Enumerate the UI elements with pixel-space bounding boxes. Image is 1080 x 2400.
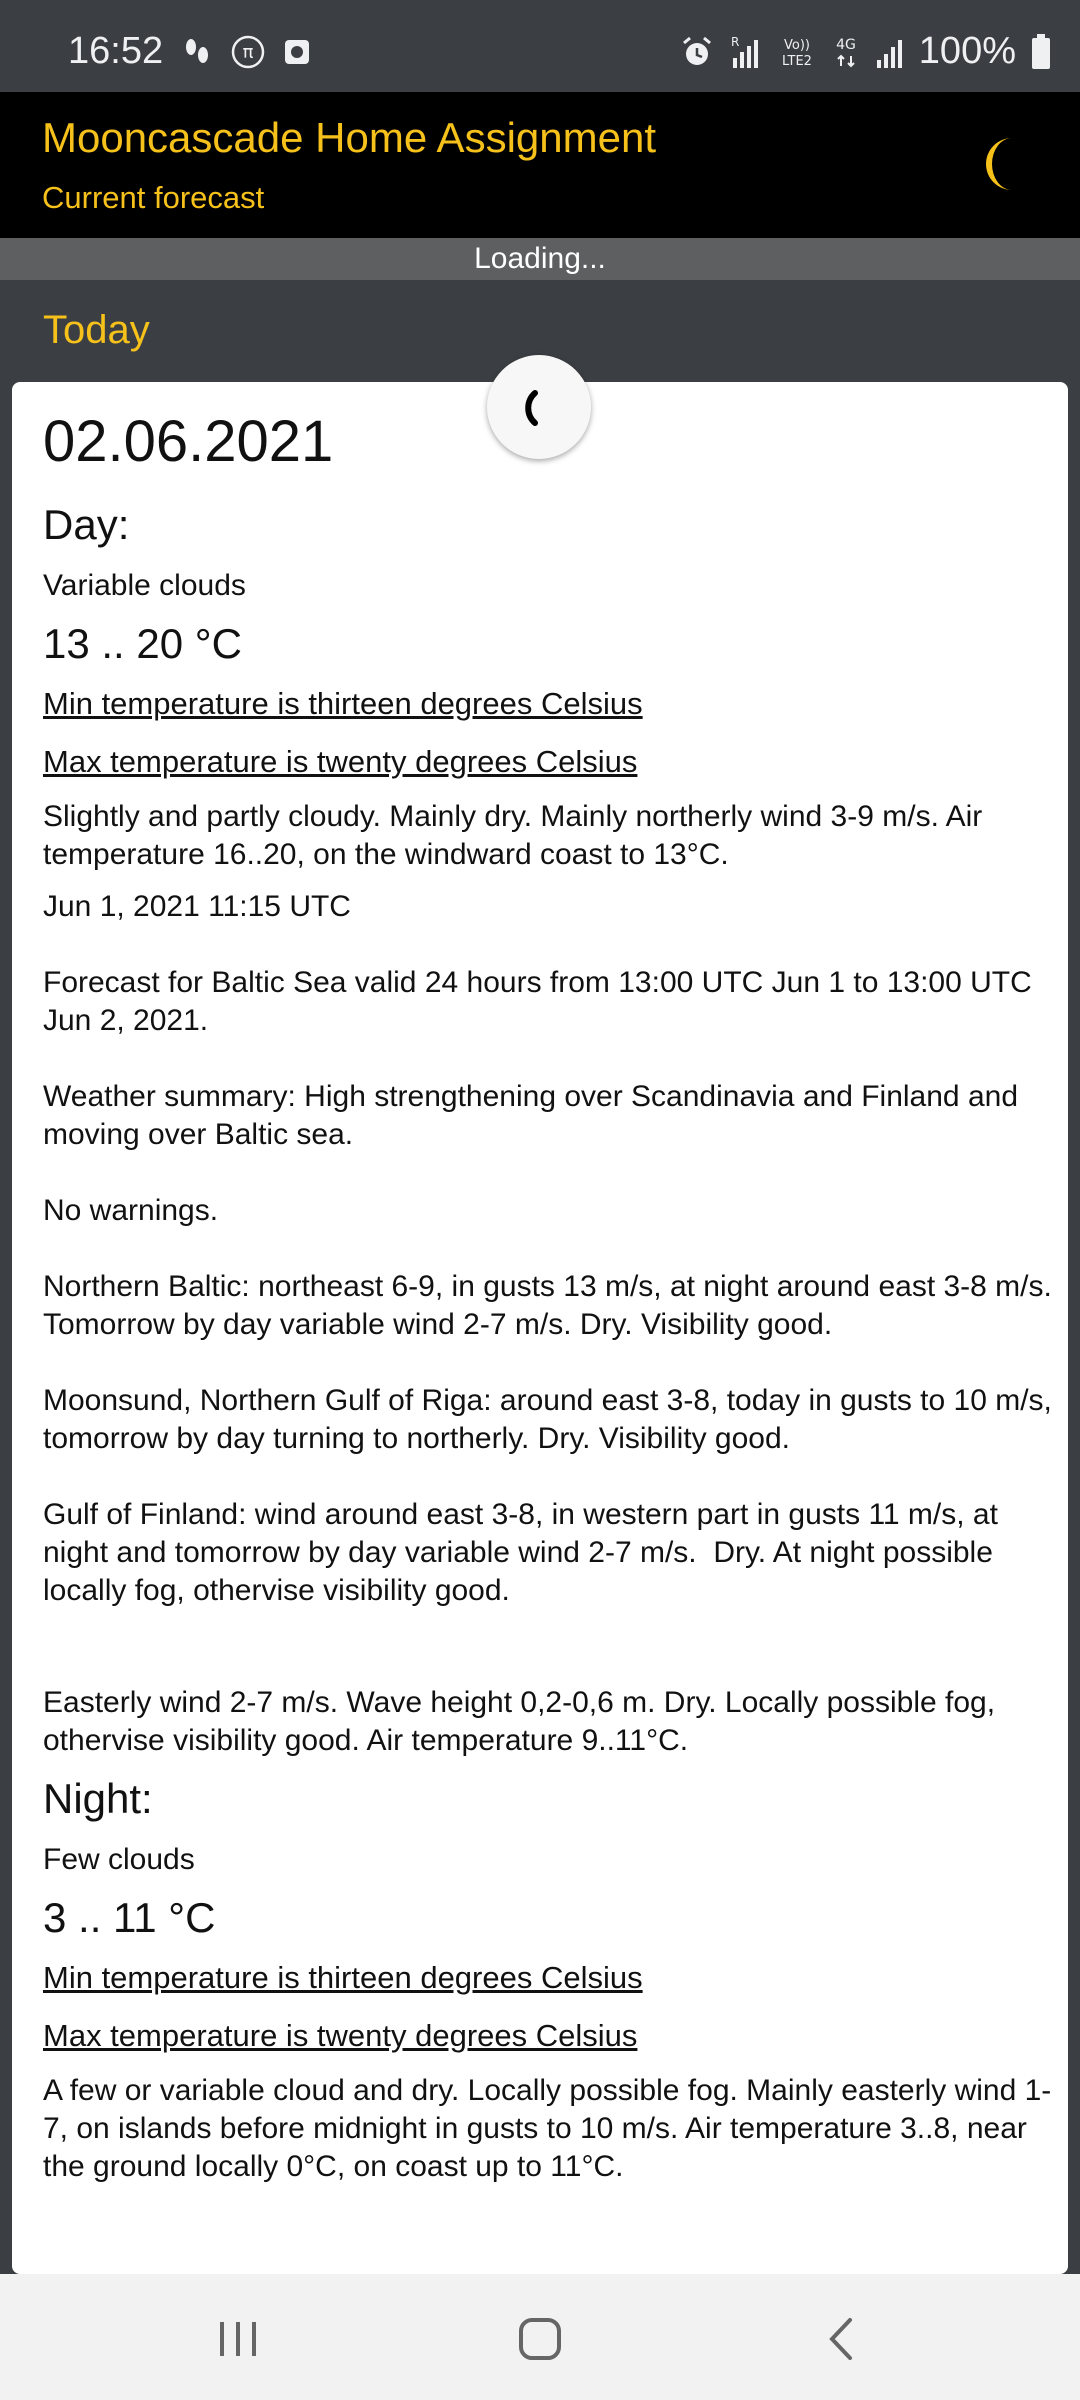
app-title: Mooncascade Home Assignment <box>42 114 656 161</box>
home-button[interactable] <box>510 2314 570 2364</box>
app-subtitle: Current forecast <box>42 180 265 215</box>
status-icons-right: R Vo)) LTE2 4G 100% <box>679 30 1052 73</box>
night-label: Night: <box>43 1775 153 1822</box>
back-icon <box>829 2318 852 2360</box>
night-max-temperature-link[interactable]: Max temperature is twenty degrees Celsiu… <box>43 2014 1068 2058</box>
forecast-card: 02.06.2021 Day: Variable clouds 13 .. 20… <box>12 382 1068 2274</box>
status-time: 16:52 <box>68 30 164 72</box>
forecast-content: 02.06.2021 Day: Variable clouds 13 .. 20… <box>43 406 1068 2200</box>
day-label: Day: <box>43 501 130 548</box>
day-min-temperature-link[interactable]: Min temperature is thirteen degrees Cels… <box>43 682 1068 726</box>
day-max-temperature-link[interactable]: Max temperature is twenty degrees Celsiu… <box>43 740 1068 784</box>
loading-bar: Loading... <box>0 238 1080 280</box>
svg-text:4G: 4G <box>836 37 856 53</box>
day-description: Slightly and partly cloudy. Mainly dry. … <box>43 800 991 871</box>
night-description: A few or variable cloud and dry. Locally… <box>43 2074 1052 2183</box>
status-bar: 16:52 π R Vo)) LTE2 4G 100% <box>0 0 1080 92</box>
recent-apps-button[interactable] <box>208 2314 268 2364</box>
app-bar: Mooncascade Home Assignment Current fore… <box>0 92 1080 238</box>
signal-r-icon: R <box>731 35 758 68</box>
home-icon <box>519 2318 561 2360</box>
battery-percent: 100% <box>918 30 1016 72</box>
volte-icon: Vo)) LTE2 <box>782 38 812 69</box>
day-phenomenon: Variable clouds <box>43 569 246 602</box>
battery-icon <box>1032 33 1050 69</box>
screen-record-icon <box>285 40 309 64</box>
refresh-spinner <box>487 355 591 459</box>
day-peipsi-forecast: Easterly wind 2-7 m/s. Wave height 0,2-0… <box>43 1686 1004 1757</box>
svg-text:R: R <box>731 35 739 49</box>
signal-icon <box>876 39 902 68</box>
pi-icon: π <box>231 35 265 69</box>
system-nav-bar <box>0 2274 1080 2400</box>
svg-text:π: π <box>243 42 254 63</box>
section-title-today: Today <box>43 308 150 352</box>
moon-icon <box>986 138 1012 190</box>
day-sea-forecast: Jun 1, 2021 11:15 UTC Forecast for Balti… <box>43 890 1052 1607</box>
night-min-temperature-link[interactable]: Min temperature is thirteen degrees Cels… <box>43 1956 1068 2000</box>
status-icons-left: π <box>180 34 312 70</box>
alarm-icon <box>682 36 711 65</box>
loading-spinner-icon <box>525 390 538 426</box>
theme-toggle-button[interactable] <box>984 134 1044 194</box>
svg-text:Vo)): Vo)) <box>784 38 810 53</box>
day-temperature-range: 13 .. 20 °C <box>43 620 242 667</box>
steps-icon <box>186 39 208 63</box>
recent-apps-icon <box>220 2322 256 2356</box>
svg-text:LTE2: LTE2 <box>782 54 812 69</box>
night-temperature-range: 3 .. 11 °C <box>43 1894 216 1941</box>
back-button[interactable] <box>812 2314 872 2364</box>
4g-icon: 4G <box>836 37 856 67</box>
night-phenomenon: Few clouds <box>43 1843 195 1876</box>
